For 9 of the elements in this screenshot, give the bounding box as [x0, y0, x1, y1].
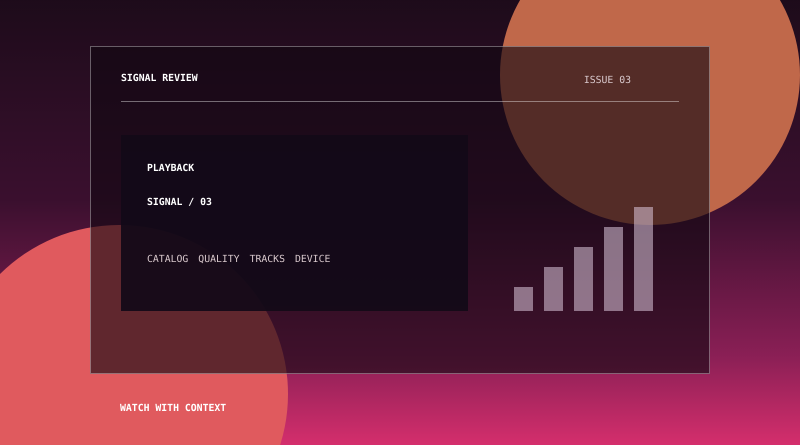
tag-label: TRACKS: [250, 254, 285, 265]
footer-caption: WATCH WITH CONTEXT: [120, 403, 228, 414]
panel-label: PLAYBACK: [147, 163, 196, 174]
panel-title: SIGNAL / 03: [147, 197, 213, 208]
tag-label: QUALITY: [198, 254, 240, 265]
tag-label: CATALOG: [147, 254, 188, 265]
card-title: SIGNAL REVIEW: [121, 73, 198, 84]
tag-label: DEVICE: [294, 254, 330, 265]
issue-label: ISSUE 03: [584, 75, 631, 86]
